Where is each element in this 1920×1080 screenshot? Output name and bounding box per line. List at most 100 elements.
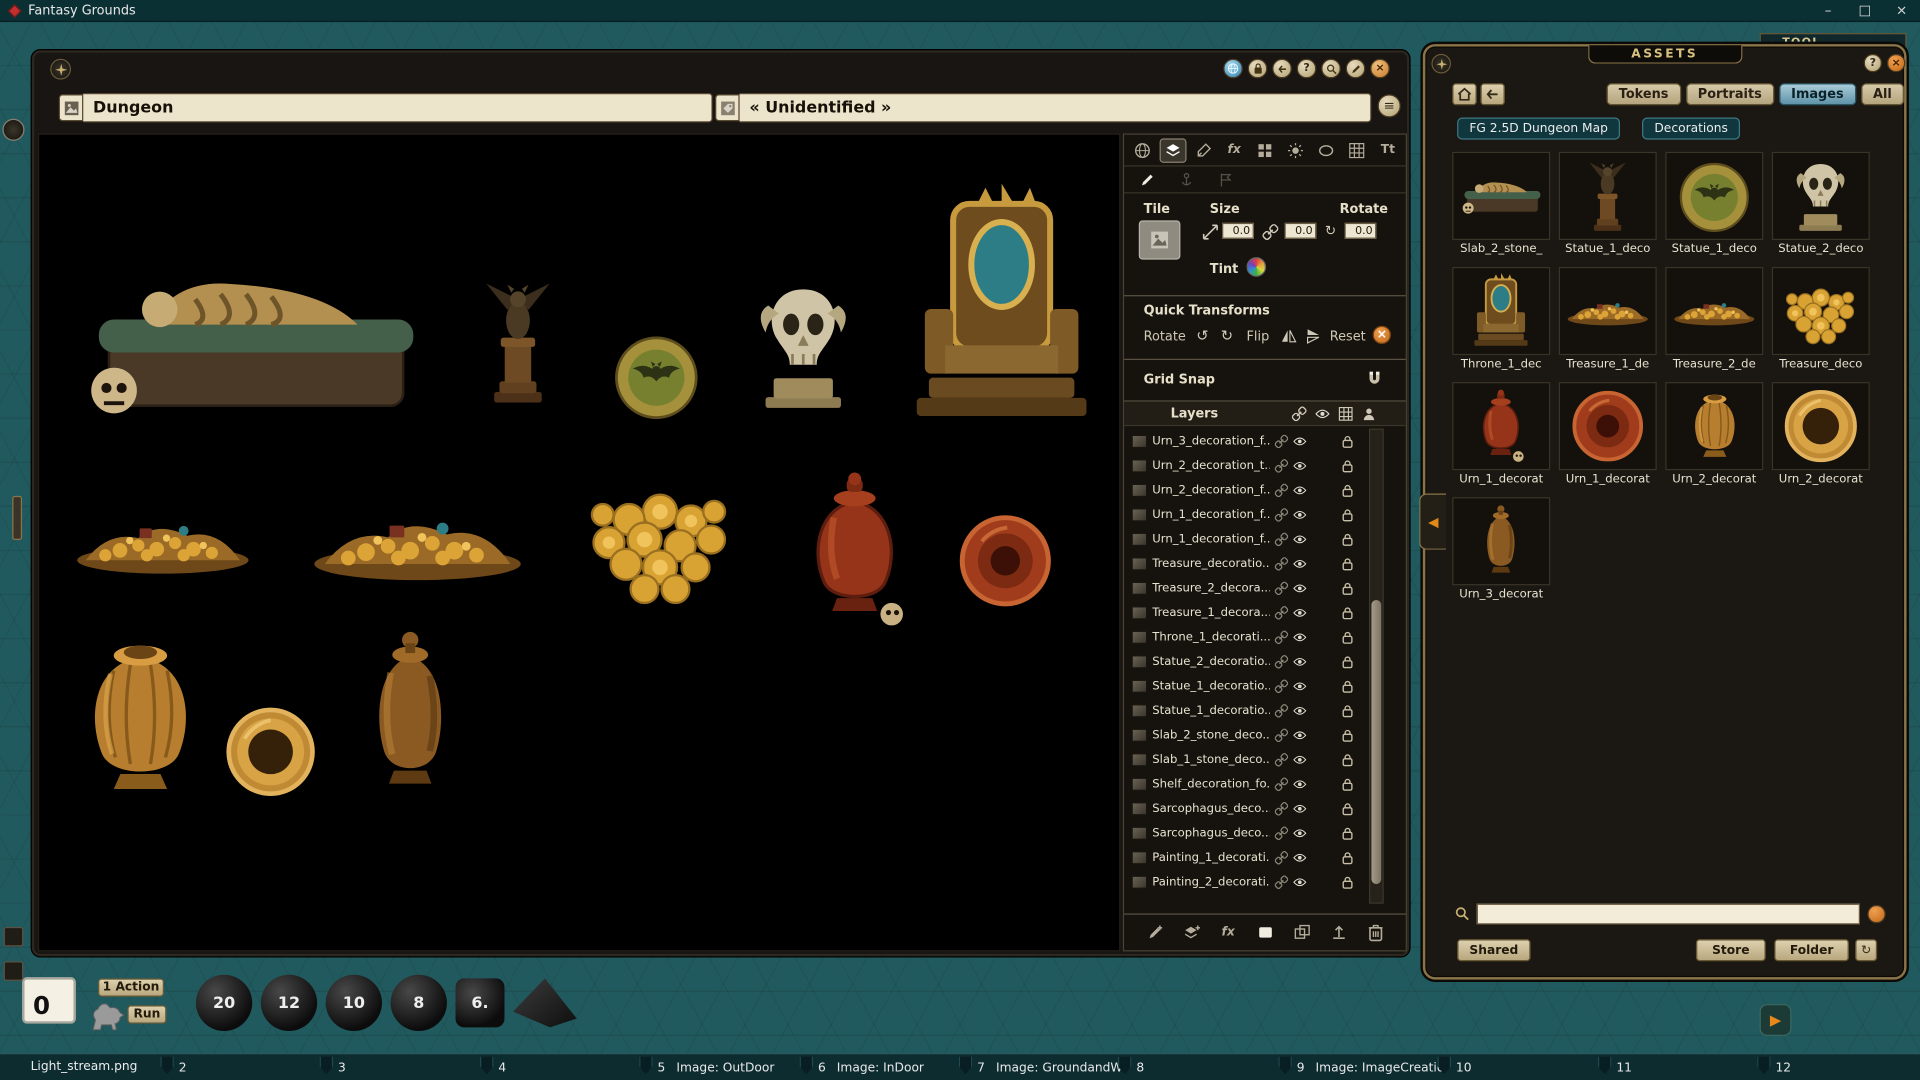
shortcut-slot[interactable]: 12 bbox=[1757, 1054, 1791, 1080]
panel-help-button[interactable]: ? bbox=[1864, 54, 1882, 72]
layer-lock-icon[interactable] bbox=[1341, 728, 1354, 741]
filter-dungeon-map[interactable]: FG 2.5D Dungeon Map bbox=[1457, 118, 1620, 140]
layer-lock-icon[interactable] bbox=[1341, 752, 1354, 765]
canvas-sprite-gargoyle-statue[interactable] bbox=[475, 276, 561, 408]
asset-item[interactable]: Statue_2_deco bbox=[1772, 152, 1870, 256]
layer-link-icon[interactable] bbox=[1275, 459, 1288, 472]
asset-item[interactable]: Urn_3_decorat bbox=[1452, 497, 1550, 601]
assets-radial-menu-button[interactable] bbox=[1431, 54, 1451, 74]
small-grid-tool-icon[interactable] bbox=[1251, 138, 1278, 162]
canvas-sprite-red-urn[interactable] bbox=[798, 468, 911, 632]
reset-button[interactable]: × bbox=[1373, 326, 1391, 344]
field-menu-button[interactable]: ≡ bbox=[1378, 94, 1401, 117]
layer-lock-icon[interactable] bbox=[1341, 532, 1354, 545]
layer-link-icon[interactable] bbox=[1275, 581, 1288, 594]
layer-row[interactable]: Painting_2_decorati... bbox=[1124, 869, 1371, 893]
shortcut-slot[interactable]: 11 bbox=[1598, 1054, 1632, 1080]
help-button[interactable]: ? bbox=[1297, 59, 1317, 79]
map-name-field[interactable]: Dungeon bbox=[83, 93, 712, 122]
layers-link-icon[interactable] bbox=[1292, 406, 1307, 421]
layer-visibility-icon[interactable] bbox=[1293, 434, 1306, 447]
layers-grid-icon[interactable] bbox=[1338, 406, 1353, 421]
play-button[interactable]: ▶ bbox=[1760, 1004, 1792, 1036]
layers-scrollbar[interactable] bbox=[1369, 429, 1384, 904]
layer-link-icon[interactable] bbox=[1275, 654, 1288, 667]
map-id-field[interactable]: « Unidentified » bbox=[740, 93, 1372, 122]
layer-row[interactable]: Treasure_decoratio... bbox=[1124, 551, 1371, 575]
d6-die[interactable]: 6. bbox=[456, 978, 505, 1027]
asset-item[interactable]: Urn_2_decorat bbox=[1772, 382, 1870, 486]
shortcut-slot[interactable]: 4 bbox=[480, 1054, 506, 1080]
layer-row[interactable]: Treasure_2_decora... bbox=[1124, 576, 1371, 600]
shortcut-slot[interactable]: 9Image: ImageCreatio bbox=[1278, 1054, 1444, 1080]
asset-item[interactable]: Throne_1_dec bbox=[1452, 267, 1550, 371]
delete-layer-icon[interactable] bbox=[1362, 920, 1389, 944]
add-drawing-icon[interactable] bbox=[1141, 920, 1168, 944]
tab-all[interactable]: All bbox=[1861, 83, 1904, 105]
edit-button[interactable] bbox=[1346, 59, 1366, 79]
dock-button-top[interactable] bbox=[4, 927, 24, 947]
back-button[interactable] bbox=[1480, 83, 1504, 105]
layer-link-icon[interactable] bbox=[1275, 679, 1288, 692]
d4-die[interactable] bbox=[513, 978, 577, 1027]
layer-visibility-icon[interactable] bbox=[1293, 728, 1306, 741]
layer-visibility-icon[interactable] bbox=[1293, 483, 1306, 496]
layer-link-icon[interactable] bbox=[1275, 850, 1288, 863]
asset-item[interactable]: Treasure_deco bbox=[1772, 267, 1870, 371]
layer-row[interactable]: Painting_1_decorati... bbox=[1124, 845, 1371, 869]
layer-visibility-icon[interactable] bbox=[1293, 679, 1306, 692]
minimize-button[interactable]: – bbox=[1810, 0, 1847, 21]
map-canvas[interactable] bbox=[38, 133, 1120, 951]
layer-lock-icon[interactable] bbox=[1341, 850, 1354, 863]
layer-link-icon[interactable] bbox=[1275, 606, 1288, 619]
shortcut-slot[interactable]: 3 bbox=[320, 1054, 346, 1080]
rotate-ccw-button[interactable]: ↺ bbox=[1193, 326, 1213, 346]
shortcut-slot[interactable]: 8 bbox=[1118, 1054, 1144, 1080]
view-mode-button[interactable] bbox=[1223, 59, 1243, 79]
layer-visibility-icon[interactable] bbox=[1293, 875, 1306, 888]
layer-link-icon[interactable] bbox=[1275, 826, 1288, 839]
tab-images[interactable]: Images bbox=[1779, 83, 1856, 105]
shortcut-slot[interactable]: 5Image: OutDoor bbox=[639, 1054, 774, 1080]
canvas-sprite-tan-urn[interactable] bbox=[76, 631, 203, 806]
canvas-sprite-treasure-pile-large[interactable] bbox=[296, 502, 538, 582]
layer-link-icon[interactable] bbox=[1275, 557, 1288, 570]
layer-visibility-icon[interactable] bbox=[1293, 508, 1306, 521]
new-layer-icon[interactable] bbox=[1251, 920, 1278, 944]
layer-row[interactable]: Urn_1_decoration_f... bbox=[1124, 527, 1371, 551]
chain-link-icon[interactable] bbox=[1262, 224, 1279, 241]
dock-button-bottom[interactable] bbox=[4, 961, 24, 981]
layer-lock-icon[interactable] bbox=[1341, 459, 1354, 472]
layer-lock-icon[interactable] bbox=[1341, 801, 1354, 814]
tint-swatch[interactable] bbox=[1247, 257, 1267, 277]
flag-tool-icon[interactable] bbox=[1212, 167, 1239, 191]
mask-tool-icon[interactable] bbox=[1313, 138, 1340, 162]
layer-visibility-icon[interactable] bbox=[1293, 654, 1306, 667]
radial-menu-button[interactable] bbox=[50, 59, 71, 80]
tab-portraits[interactable]: Portraits bbox=[1686, 83, 1774, 105]
canvas-sprite-dragon-skull-statue[interactable] bbox=[749, 276, 857, 417]
layer-link-icon[interactable] bbox=[1275, 801, 1288, 814]
size-height-input[interactable] bbox=[1284, 223, 1316, 239]
shortcut-slot[interactable]: 6Image: InDoor bbox=[800, 1054, 924, 1080]
assets-search-input[interactable] bbox=[1477, 904, 1860, 925]
paint-tool-icon[interactable] bbox=[1190, 138, 1217, 162]
layer-visibility-icon[interactable] bbox=[1293, 532, 1306, 545]
layer-visibility-icon[interactable] bbox=[1293, 826, 1306, 839]
map-id-icon-button[interactable] bbox=[715, 94, 739, 121]
layer-lock-icon[interactable] bbox=[1341, 703, 1354, 716]
layer-row[interactable]: Treasure_1_decora... bbox=[1124, 600, 1371, 624]
layer-visibility-icon[interactable] bbox=[1293, 606, 1306, 619]
flip-vertical-button[interactable] bbox=[1303, 328, 1323, 348]
modifier-box[interactable]: 0 bbox=[22, 977, 76, 1024]
undo-button[interactable] bbox=[1272, 59, 1292, 79]
asset-item[interactable]: Statue_1_deco bbox=[1665, 152, 1763, 256]
shortcut-slot[interactable]: 2 bbox=[160, 1054, 186, 1080]
export-layer-icon[interactable] bbox=[1325, 920, 1352, 944]
home-button[interactable] bbox=[1452, 83, 1476, 105]
asset-item[interactable]: Urn_2_decorat bbox=[1665, 382, 1763, 486]
maximize-button[interactable]: □ bbox=[1847, 0, 1884, 21]
layer-link-icon[interactable] bbox=[1275, 752, 1288, 765]
asset-item[interactable]: Treasure_2_de bbox=[1665, 267, 1763, 371]
rotate-input[interactable] bbox=[1344, 223, 1376, 239]
